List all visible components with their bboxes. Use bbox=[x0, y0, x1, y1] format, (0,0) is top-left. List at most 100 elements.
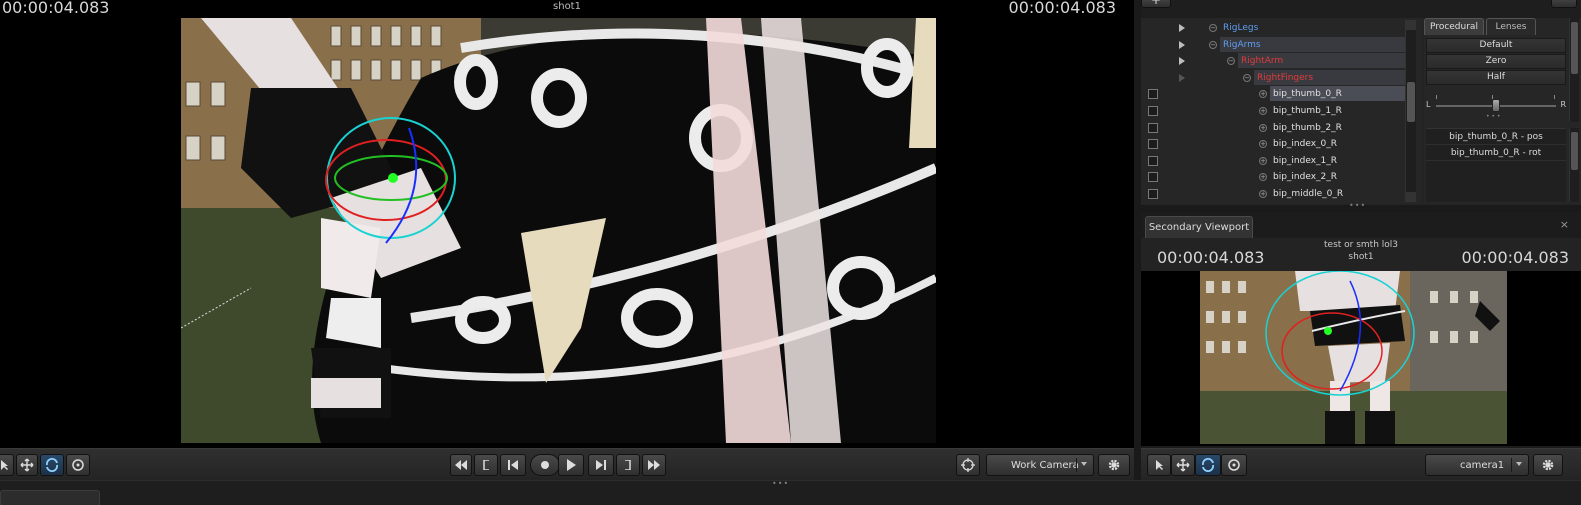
chevron-down-icon bbox=[1081, 462, 1087, 466]
next-key-icon[interactable] bbox=[616, 454, 640, 476]
node-expander-icon[interactable]: + bbox=[1259, 190, 1267, 198]
tree-gear-icon[interactable] bbox=[1551, 0, 1577, 8]
scale-icon[interactable] bbox=[66, 454, 90, 476]
node-expander-icon[interactable]: − bbox=[1209, 24, 1217, 32]
expand-triangle-icon[interactable] bbox=[1179, 73, 1185, 82]
add-button[interactable]: + bbox=[1141, 0, 1171, 8]
scene-render[interactable] bbox=[181, 18, 936, 443]
scale-icon[interactable] bbox=[1221, 454, 1247, 476]
procedural-panel: Procedural Lenses Default Zero Half L • … bbox=[1424, 18, 1581, 204]
rotate-icon[interactable] bbox=[1195, 454, 1221, 476]
channel-scrollbar[interactable] bbox=[1569, 128, 1579, 202]
tree-row-label: RightFingers bbox=[1254, 69, 1406, 85]
channel-item[interactable]: bip_thumb_0_R - rot bbox=[1426, 145, 1566, 161]
gear-icon[interactable] bbox=[1098, 454, 1130, 476]
tree-row[interactable]: + bip_thumb_0_R bbox=[1141, 86, 1417, 102]
close-icon[interactable]: × bbox=[1560, 218, 1569, 231]
node-expander-icon[interactable]: + bbox=[1259, 140, 1267, 149]
animation-set-editor: + − RigLegs − RigArms − RightArm − RightFingers… bbox=[1141, 0, 1581, 205]
row-checkbox[interactable] bbox=[1148, 122, 1158, 133]
play-icon[interactable] bbox=[558, 454, 584, 476]
tree-row[interactable]: + bip_index_2_R bbox=[1141, 169, 1417, 185]
select-arrow-icon[interactable] bbox=[0, 454, 14, 476]
tree-scrollbar[interactable] bbox=[1405, 20, 1416, 202]
tree-row[interactable]: + bip_thumb_2_R bbox=[1141, 120, 1417, 136]
expand-triangle-icon[interactable] bbox=[1179, 24, 1185, 32]
pane-splitter-vertical[interactable] bbox=[1134, 0, 1141, 480]
secondary-viewport[interactable] bbox=[1141, 271, 1581, 446]
node-expander-icon[interactable]: − bbox=[1243, 73, 1251, 82]
splitter-grip[interactable]: ••• bbox=[1349, 201, 1366, 210]
slider-left-label: L bbox=[1426, 100, 1431, 109]
slider-tick bbox=[1436, 95, 1437, 99]
row-checkbox[interactable] bbox=[1148, 139, 1158, 150]
secondary-viewport-toolbar: camera1 bbox=[1141, 448, 1581, 480]
tree-row[interactable]: − RigArms bbox=[1141, 36, 1417, 53]
secondary-scene-render[interactable] bbox=[1200, 271, 1507, 444]
tree-toolbar: + bbox=[1141, 0, 1581, 18]
tab-lenses[interactable]: Lenses bbox=[1486, 18, 1536, 35]
pane-splitter-horizontal[interactable]: ••• bbox=[1141, 201, 1581, 212]
node-expander-icon[interactable]: + bbox=[1259, 107, 1267, 115]
secondary-scene-illustration bbox=[1200, 271, 1507, 444]
tree-row[interactable]: + bip_index_0_R bbox=[1141, 136, 1417, 152]
prev-key-icon[interactable] bbox=[474, 454, 498, 476]
tree-row[interactable]: − RightArm bbox=[1141, 53, 1417, 69]
row-checkbox[interactable] bbox=[1148, 89, 1158, 100]
tab-secondary-viewport[interactable]: Secondary Viewport bbox=[1145, 216, 1253, 238]
row-checkbox[interactable] bbox=[1148, 172, 1158, 183]
procedural-scrollbar[interactable] bbox=[1569, 18, 1579, 122]
node-expander-icon[interactable]: + bbox=[1259, 173, 1267, 182]
secondary-viewport-header: test or smth lol3 shot1 00:00:04.083 00:… bbox=[1141, 238, 1581, 271]
tree-row-label: bip_thumb_2_R bbox=[1273, 122, 1342, 133]
gear-icon[interactable] bbox=[1533, 454, 1563, 476]
work-camera-dropdown[interactable]: Work Camera bbox=[986, 454, 1094, 476]
tree-row[interactable]: + bip_thumb_1_R bbox=[1141, 103, 1417, 119]
row-checkbox[interactable] bbox=[1148, 189, 1158, 199]
dropdown-separator bbox=[1076, 458, 1077, 472]
tree-row[interactable]: − RigLegs bbox=[1141, 20, 1417, 36]
channel-item[interactable]: bip_thumb_0_R - pos bbox=[1426, 129, 1566, 145]
node-expander-icon[interactable]: − bbox=[1227, 57, 1235, 66]
stop-icon[interactable] bbox=[530, 454, 560, 476]
scroll-down-icon[interactable] bbox=[1406, 192, 1416, 202]
shot-name: shot1 bbox=[553, 1, 581, 12]
node-expander-icon[interactable]: + bbox=[1259, 90, 1267, 99]
node-expander-icon[interactable]: − bbox=[1209, 40, 1217, 49]
tree-row[interactable]: + bip_index_1_R bbox=[1141, 153, 1417, 169]
tree-row[interactable]: − RightFingers bbox=[1141, 69, 1417, 86]
timecode-left: 00:00:04.083 bbox=[1157, 248, 1265, 267]
splitter-grip[interactable]: ••• bbox=[772, 479, 789, 488]
slider-tick bbox=[1554, 95, 1555, 99]
scrollbar-thumb[interactable] bbox=[1571, 22, 1578, 74]
step-forward-icon[interactable] bbox=[588, 454, 614, 476]
move-icon[interactable] bbox=[1171, 454, 1195, 476]
tree-row[interactable]: + bip_middle_0_R bbox=[1141, 186, 1417, 202]
slider-knob[interactable] bbox=[1492, 99, 1500, 112]
expand-triangle-icon[interactable] bbox=[1179, 40, 1185, 49]
primary-viewport[interactable]: 00:00:04.083 shot1 00:00:04.083 bbox=[0, 0, 1134, 448]
node-expander-icon[interactable]: + bbox=[1259, 123, 1267, 132]
expand-triangle-icon[interactable] bbox=[1179, 57, 1185, 66]
tab-procedural[interactable]: Procedural bbox=[1424, 18, 1484, 35]
timeline-tab[interactable] bbox=[0, 490, 100, 505]
scroll-up-icon[interactable] bbox=[1406, 20, 1416, 30]
target-icon[interactable] bbox=[956, 454, 980, 476]
camera-dropdown[interactable]: camera1 bbox=[1425, 454, 1529, 476]
row-checkbox[interactable] bbox=[1148, 106, 1158, 116]
node-expander-icon[interactable]: + bbox=[1259, 156, 1267, 165]
move-icon[interactable] bbox=[16, 454, 38, 476]
scrollbar-thumb[interactable] bbox=[1407, 82, 1415, 122]
select-arrow-icon[interactable] bbox=[1147, 454, 1171, 476]
preset-default-button[interactable]: Default bbox=[1426, 38, 1566, 53]
scrollbar-thumb[interactable] bbox=[1571, 132, 1578, 170]
rotate-icon[interactable] bbox=[40, 454, 64, 476]
preset-half-button[interactable]: Half bbox=[1426, 70, 1566, 85]
preset-zero-button[interactable]: Zero bbox=[1426, 54, 1566, 69]
step-back-icon[interactable] bbox=[500, 454, 526, 476]
row-checkbox[interactable] bbox=[1148, 155, 1158, 166]
balance-slider[interactable]: L • • • R bbox=[1426, 88, 1566, 120]
rewind-icon[interactable] bbox=[450, 454, 472, 476]
fast-forward-icon[interactable] bbox=[642, 454, 666, 476]
secondary-viewport-panel: Secondary Viewport × test or smth lol3 s… bbox=[1141, 212, 1581, 480]
